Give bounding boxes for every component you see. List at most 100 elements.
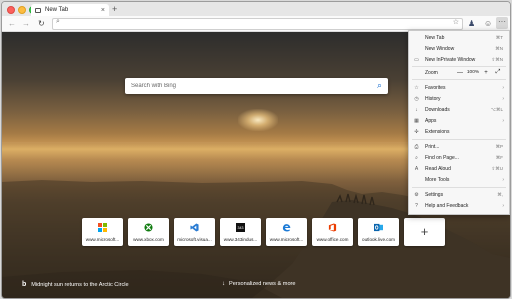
top-site-label: www.343indus... (223, 237, 258, 242)
tab-new-tab[interactable]: New Tab × (31, 4, 109, 16)
apps-icon: ▦ (414, 117, 419, 124)
find-icon: ⌕ (415, 154, 418, 161)
menu-item-label: More Tools (425, 176, 450, 183)
bing-logo-icon: b (22, 281, 27, 288)
top-site-label: www.microsoft... (85, 237, 120, 242)
top-site-tile[interactable]: www.microsoft... (82, 218, 123, 246)
menu-item-find-on-page[interactable]: ⌕ Find on Page... ⌘F (409, 152, 509, 163)
menu-shortcut: ⌘, (497, 191, 503, 197)
search-box[interactable]: ⌕ (125, 78, 388, 94)
address-bar[interactable]: ⌕ ☆ (52, 18, 463, 30)
top-site-label: www.xbox.com (133, 237, 164, 242)
top-site-tile[interactable]: www.microsoft... (266, 218, 307, 246)
menu-item-label: New Tab (425, 34, 445, 41)
caption-text: Midnight sun returns to the Arctic Circl… (31, 281, 129, 288)
top-site-tile[interactable]: outlook.live.com (358, 218, 399, 246)
search-input[interactable] (131, 80, 361, 92)
menu-item-help-and-feedback[interactable]: ? Help and Feedback › (409, 200, 509, 211)
minimize-window-button[interactable] (18, 6, 26, 14)
menu-divider (412, 139, 506, 140)
search-icon[interactable]: ⌕ (377, 79, 382, 92)
top-site-label: www.office.com (316, 237, 349, 242)
menu-item-label: Extensions (425, 128, 450, 135)
menu-item-downloads[interactable]: ↓ Downloads ⌥⌘L (409, 104, 509, 115)
menu-item-extensions[interactable]: ✣ Extensions (409, 126, 509, 137)
gear-icon: ⚙ (414, 191, 419, 198)
search-icon: ⌕ (56, 18, 60, 25)
outlook-icon (374, 223, 383, 232)
menu-item-favorites[interactable]: ☆ Favorites › (409, 82, 509, 93)
menu-shortcut: ⌘P (495, 143, 503, 149)
extension-icon[interactable]: ♟ (468, 18, 475, 29)
menu-shortcut: ⇧⌘U (491, 165, 503, 171)
xbox-icon (144, 223, 153, 232)
menu-item-print[interactable]: ⎙ Print... ⌘P (409, 141, 509, 152)
menu-item-settings[interactable]: ⚙ Settings ⌘, (409, 189, 509, 200)
menu-shortcut: ⌥⌘L (490, 106, 503, 112)
forward-button[interactable]: → (22, 18, 30, 29)
menu-item-more-tools[interactable]: More Tools › (409, 174, 509, 185)
menu-item-label: Downloads (425, 106, 450, 113)
menu-item-label: Find on Page... (425, 154, 459, 161)
chevron-right-icon: › (502, 176, 504, 183)
menu-item-new-window[interactable]: New Window ⌘N (409, 43, 509, 54)
edge-icon (282, 224, 291, 232)
personalized-news-button[interactable]: ↓ Personalized news & more (222, 281, 296, 287)
menu-zoom-row: Zoom — 100% + ⤢ (409, 67, 509, 78)
refresh-button[interactable]: ↻ (38, 18, 45, 29)
chevron-right-icon: › (502, 117, 504, 124)
svg-text:343: 343 (238, 226, 244, 230)
menu-item-apps[interactable]: ▦ Apps › (409, 115, 509, 126)
tab-close-icon[interactable]: × (101, 7, 105, 14)
page-icon (35, 7, 41, 13)
top-sites: www.microsoft... www.xbox.com microsoft.… (82, 218, 445, 246)
top-site-tile[interactable]: www.office.com (312, 218, 353, 246)
zoom-out-button[interactable]: — (455, 70, 465, 76)
top-site-tile[interactable]: www.xbox.com (128, 218, 169, 246)
menu-item-label: Print... (425, 143, 440, 150)
favorites-icon: ☆ (414, 84, 419, 91)
top-site-label: outlook.live.com (362, 237, 395, 242)
chevron-right-icon: › (502, 95, 504, 102)
arrow-down-icon: ↓ (222, 281, 225, 287)
menu-item-label: Favorites (425, 84, 446, 91)
inprivate-icon: ▭ (414, 56, 419, 63)
menu-shortcut: ⇧⌘N (491, 56, 503, 62)
settings-menu: New Tab ⌘T New Window ⌘N ▭ New InPrivate… (408, 30, 510, 215)
new-tab-button[interactable]: + (112, 4, 117, 15)
top-site-label: www.microsoft... (269, 237, 304, 242)
menu-item-new-inprivate-window[interactable]: ▭ New InPrivate Window ⇧⌘N (409, 54, 509, 65)
office-icon (328, 223, 337, 232)
back-button[interactable]: ← (8, 18, 16, 29)
chevron-right-icon: › (502, 84, 504, 91)
help-icon: ? (415, 202, 418, 209)
zoom-value: 100% (466, 70, 480, 75)
menu-divider (412, 79, 506, 80)
browser-window: New Tab × + ← → ↻ ⌕ ☆ ♟ ☺ ··· ⌕ (1, 1, 511, 299)
menu-shortcut: ⌘T (495, 34, 503, 40)
chevron-right-icon: › (502, 202, 504, 209)
print-icon: ⎙ (414, 143, 419, 150)
menu-item-label: Read Aloud (425, 165, 451, 172)
menu-shortcut: ⌘N (495, 45, 503, 51)
feedback-emoji-icon[interactable]: ☺ (484, 18, 492, 29)
image-caption[interactable]: b Midnight sun returns to the Arctic Cir… (22, 281, 129, 288)
menu-shortcut: ⌘F (495, 154, 503, 160)
tab-strip: New Tab × + (2, 2, 510, 17)
fullscreen-icon[interactable]: ⤢ (493, 69, 503, 76)
menu-item-read-aloud[interactable]: A Read Aloud ⇧⌘U (409, 163, 509, 174)
menu-item-history[interactable]: ◷ History › (409, 93, 509, 104)
menu-item-label: Apps (425, 117, 437, 124)
close-window-button[interactable] (7, 6, 15, 14)
menu-item-label: History (425, 95, 441, 102)
tab-title: New Tab (45, 7, 69, 13)
settings-more-button[interactable]: ··· (496, 17, 508, 29)
zoom-in-button[interactable]: + (481, 70, 491, 76)
add-site-button[interactable]: + (404, 218, 445, 246)
top-site-tile[interactable]: 343 www.343indus... (220, 218, 261, 246)
menu-item-label: New InPrivate Window (425, 56, 476, 63)
menu-item-new-tab[interactable]: New Tab ⌘T (409, 32, 509, 43)
address-input[interactable] (65, 19, 445, 29)
top-site-tile[interactable]: microsoft.visua... (174, 218, 215, 246)
favorite-star-icon[interactable]: ☆ (453, 18, 459, 26)
